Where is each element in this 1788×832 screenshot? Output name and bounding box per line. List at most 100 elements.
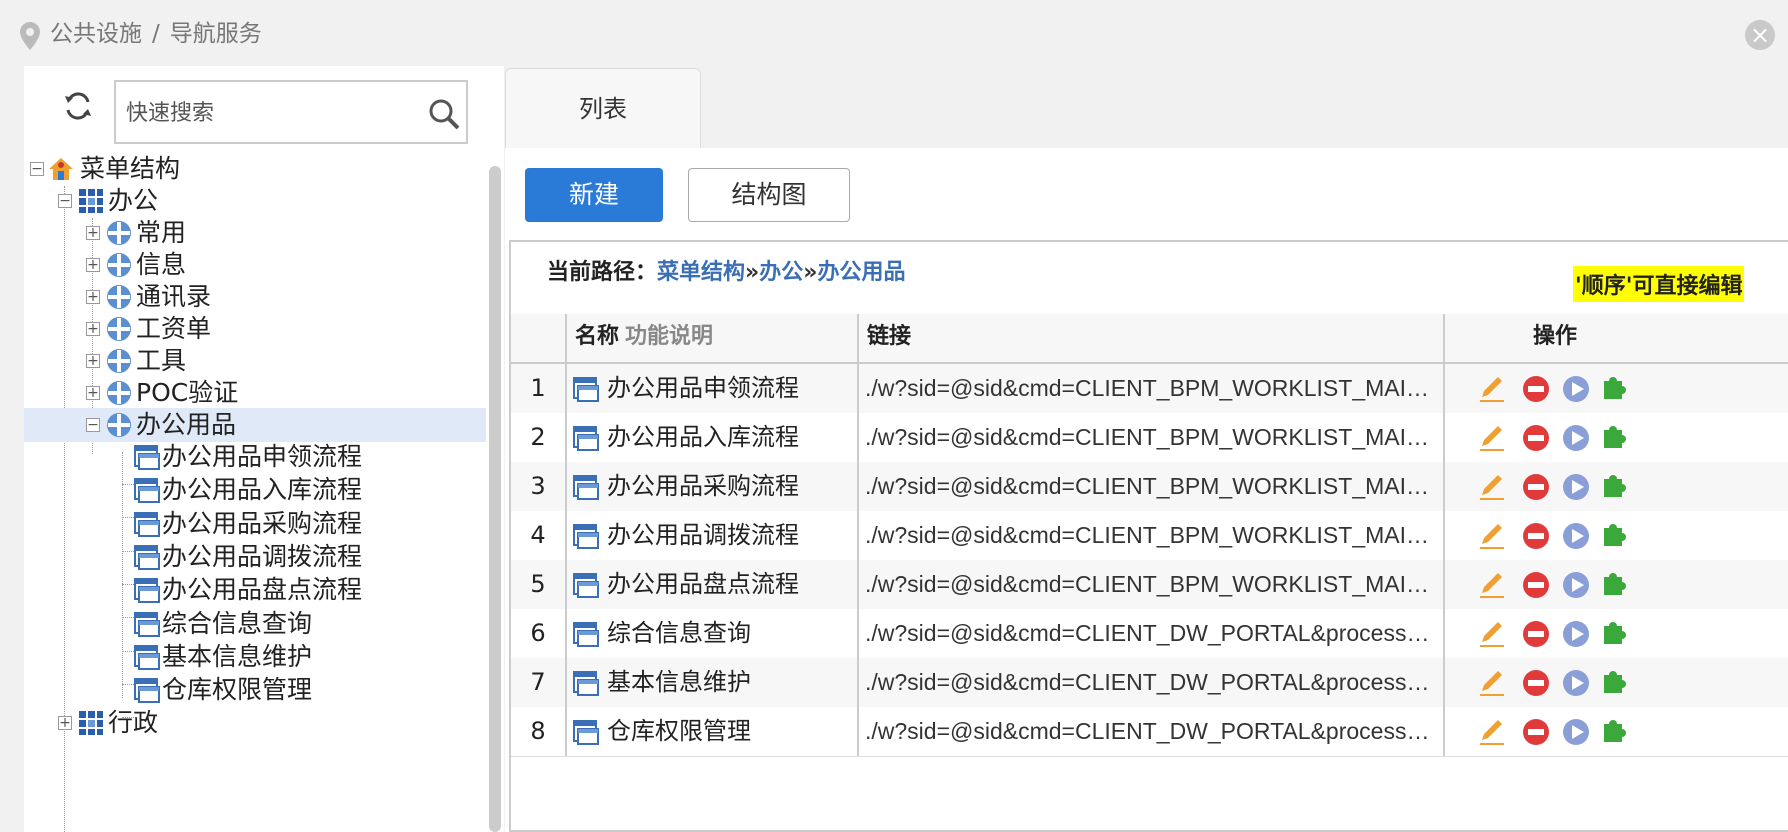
edit-icon[interactable] xyxy=(1476,520,1508,552)
expand-icon[interactable]: + xyxy=(86,226,100,240)
tab-list[interactable]: 列表 xyxy=(505,68,701,149)
expand-icon[interactable]: + xyxy=(86,322,100,336)
tree-leaf[interactable]: 办公用品盘点流程 xyxy=(24,573,486,607)
table-row[interactable]: 3 办公用品采购流程 ./w?sid=@sid&cmd=CLIENT_BPM_WOR… xyxy=(511,462,1788,512)
module-icon xyxy=(107,349,131,373)
expand-icon[interactable]: + xyxy=(86,290,100,304)
path-link[interactable]: 办公 xyxy=(759,260,803,285)
delete-icon[interactable] xyxy=(1520,373,1552,405)
search-input[interactable] xyxy=(124,82,408,144)
window-icon xyxy=(134,512,160,537)
row-number: 2 xyxy=(530,423,546,451)
table-row[interactable]: 2 办公用品入库流程 ./w?sid=@sid&cmd=CLIENT_BPM_WOR… xyxy=(511,413,1788,463)
tree-node[interactable]: + POC验证 xyxy=(24,376,486,410)
tree-leaf[interactable]: 办公用品入库流程 xyxy=(24,473,486,507)
table-row[interactable]: 1 办公用品申领流程 ./w?sid=@sid&cmd=CLIENT_BPM_WOR… xyxy=(511,364,1788,414)
edit-icon[interactable] xyxy=(1476,422,1508,454)
tree-node[interactable]: + 工具 xyxy=(24,344,486,378)
plugin-icon[interactable] xyxy=(1600,716,1632,748)
tree-node[interactable]: + 信息 xyxy=(24,248,486,282)
collapse-icon[interactable]: − xyxy=(86,418,100,432)
plugin-icon[interactable] xyxy=(1600,422,1632,454)
row-name: 基本信息维护 xyxy=(607,668,751,696)
collapse-icon[interactable]: − xyxy=(58,194,72,208)
preview-icon[interactable] xyxy=(1560,716,1592,748)
breadcrumb-item[interactable]: 公共设施 xyxy=(50,21,142,47)
window-icon xyxy=(134,645,160,670)
delete-icon[interactable] xyxy=(1520,667,1552,699)
row-link: ./w?sid=@sid&cmd=CLIENT_DW_PORTAL&proces… xyxy=(865,718,1435,744)
module-icon xyxy=(107,221,131,245)
structure-button[interactable]: 结构图 xyxy=(688,168,850,222)
edit-icon[interactable] xyxy=(1476,618,1508,650)
delete-icon[interactable] xyxy=(1520,422,1552,454)
row-link: ./w?sid=@sid&cmd=CLIENT_BPM_WORKLIST_MAI… xyxy=(865,424,1435,450)
edit-icon[interactable] xyxy=(1476,471,1508,503)
table-row[interactable]: 8 仓库权限管理 ./w?sid=@sid&cmd=CLIENT_DW_PORTAL… xyxy=(511,707,1788,757)
preview-icon[interactable] xyxy=(1560,569,1592,601)
tree-label: 工资单 xyxy=(136,314,212,343)
table-row[interactable]: 6 综合信息查询 ./w?sid=@sid&cmd=CLIENT_DW_PORTAL… xyxy=(511,609,1788,659)
table-row[interactable]: 4 办公用品调拨流程 ./w?sid=@sid&cmd=CLIENT_BPM_WOR… xyxy=(511,511,1788,561)
new-button[interactable]: 新建 xyxy=(525,168,663,222)
tree-leaf[interactable]: 办公用品调拨流程 xyxy=(24,540,486,574)
tree-leaf[interactable]: 办公用品采购流程 xyxy=(24,507,486,541)
tree-node-supplies[interactable]: − 办公用品 xyxy=(24,408,486,442)
refresh-icon[interactable] xyxy=(60,88,96,124)
tree-leaf[interactable]: 综合信息查询 xyxy=(24,607,486,641)
collapse-icon[interactable]: − xyxy=(30,162,44,176)
preview-icon[interactable] xyxy=(1560,373,1592,405)
tree-label: 办公用品采购流程 xyxy=(162,509,363,538)
row-number: 3 xyxy=(530,472,546,500)
preview-icon[interactable] xyxy=(1560,667,1592,699)
window-icon xyxy=(134,478,160,503)
delete-icon[interactable] xyxy=(1520,520,1552,552)
module-icon xyxy=(107,285,131,309)
tree-node[interactable]: + 通讯录 xyxy=(24,280,486,314)
plugin-icon[interactable] xyxy=(1600,471,1632,503)
row-number: 8 xyxy=(530,717,546,745)
table-row[interactable]: 5 办公用品盘点流程 ./w?sid=@sid&cmd=CLIENT_BPM_WOR… xyxy=(511,560,1788,610)
path-link[interactable]: 办公用品 xyxy=(817,260,905,285)
edit-icon[interactable] xyxy=(1476,373,1508,405)
preview-icon[interactable] xyxy=(1560,618,1592,650)
tree-leaf[interactable]: 办公用品申领流程 xyxy=(24,440,486,474)
delete-icon[interactable] xyxy=(1520,471,1552,503)
expand-icon[interactable]: + xyxy=(86,258,100,272)
preview-icon[interactable] xyxy=(1560,520,1592,552)
preview-icon[interactable] xyxy=(1560,471,1592,503)
delete-icon[interactable] xyxy=(1520,618,1552,650)
tree-node-root[interactable]: − 菜单结构 xyxy=(24,152,486,186)
edit-icon[interactable] xyxy=(1476,667,1508,699)
tree-leaf[interactable]: 仓库权限管理 xyxy=(24,673,486,707)
plugin-icon[interactable] xyxy=(1600,373,1632,405)
tree-node[interactable]: + 常用 xyxy=(24,216,486,250)
row-link: ./w?sid=@sid&cmd=CLIENT_BPM_WORKLIST_MAI… xyxy=(865,571,1435,597)
close-icon[interactable]: × xyxy=(1745,20,1775,50)
search-icon[interactable] xyxy=(426,96,462,132)
expand-icon[interactable]: + xyxy=(86,354,100,368)
edit-icon[interactable] xyxy=(1476,569,1508,601)
breadcrumb: 公共设施 / 导航服务 xyxy=(50,18,262,50)
delete-icon[interactable] xyxy=(1520,716,1552,748)
tree-label: 办公用品申领流程 xyxy=(162,442,363,471)
expand-icon[interactable]: + xyxy=(58,716,72,730)
tree-scrollbar[interactable] xyxy=(489,166,501,832)
delete-icon[interactable] xyxy=(1520,569,1552,601)
row-link: ./w?sid=@sid&cmd=CLIENT_BPM_WORKLIST_MAI… xyxy=(865,473,1435,499)
tree-node-admin[interactable]: + 行政 xyxy=(24,706,486,740)
tree-node-office[interactable]: − 办公 xyxy=(24,184,486,218)
plugin-icon[interactable] xyxy=(1600,618,1632,650)
plugin-icon[interactable] xyxy=(1600,569,1632,601)
tree-leaf[interactable]: 基本信息维护 xyxy=(24,640,486,674)
tree-node[interactable]: + 工资单 xyxy=(24,312,486,346)
plugin-icon[interactable] xyxy=(1600,520,1632,552)
row-link: ./w?sid=@sid&cmd=CLIENT_DW_PORTAL&proces… xyxy=(865,669,1435,695)
table-row[interactable]: 7 基本信息维护 ./w?sid=@sid&cmd=CLIENT_DW_PORTAL… xyxy=(511,658,1788,708)
edit-icon[interactable] xyxy=(1476,716,1508,748)
path-link[interactable]: 菜单结构 xyxy=(657,260,745,285)
preview-icon[interactable] xyxy=(1560,422,1592,454)
expand-icon[interactable]: + xyxy=(86,386,100,400)
breadcrumb-item[interactable]: 导航服务 xyxy=(170,21,262,47)
plugin-icon[interactable] xyxy=(1600,667,1632,699)
